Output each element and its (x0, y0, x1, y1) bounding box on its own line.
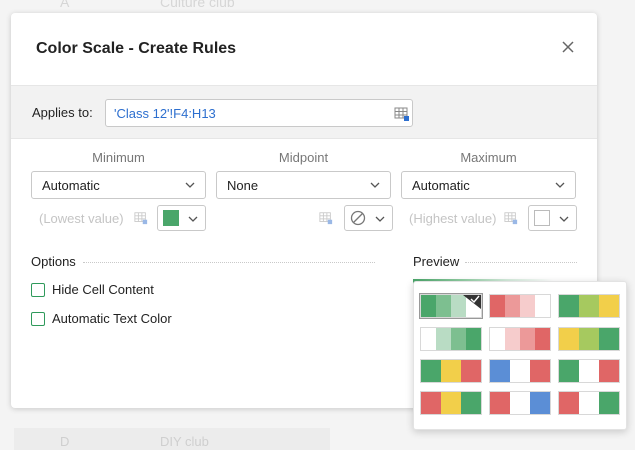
palette-option[interactable] (489, 391, 551, 415)
hide-cell-content-label: Hide Cell Content (52, 282, 154, 297)
palette-option[interactable] (558, 327, 620, 351)
maximum-type-select[interactable]: Automatic (401, 171, 576, 199)
applies-to-range-input[interactable]: 'Class 12'!F4:H13 (105, 99, 413, 127)
palette-option[interactable] (420, 359, 482, 383)
background-column-letter: A (60, 0, 70, 10)
background-row: D DIY club (14, 428, 330, 450)
chevron-down-icon (185, 182, 195, 188)
options-divider (83, 262, 375, 263)
palette-option[interactable] (558, 359, 620, 383)
minimum-value-placeholder: (Lowest value) (39, 211, 124, 226)
palette-option[interactable] (558, 294, 620, 318)
maximum-label: Maximum (460, 150, 517, 165)
maximum-value-placeholder: (Highest value) (409, 211, 497, 226)
range-select-icon[interactable] (319, 211, 333, 225)
minimum-color-button[interactable] (157, 205, 206, 231)
automatic-text-color-label: Automatic Text Color (52, 311, 172, 326)
midpoint-type-value: None (227, 178, 259, 193)
close-button[interactable] (559, 38, 577, 56)
maximum-type-value: Automatic (412, 178, 470, 193)
palette-option[interactable] (420, 327, 482, 351)
chevron-down-icon (188, 216, 198, 222)
minimum-type-value: Automatic (42, 178, 100, 193)
palette-option[interactable] (558, 391, 620, 415)
no-color-icon (350, 210, 366, 226)
background-cell-text: Culture club (160, 0, 235, 10)
chevron-down-icon (555, 182, 565, 188)
palette-option[interactable] (489, 327, 551, 351)
range-select-icon[interactable] (394, 106, 410, 122)
maximum-color-button[interactable] (528, 205, 577, 231)
palette-option[interactable] (489, 294, 551, 318)
midpoint-color-button[interactable] (344, 205, 393, 231)
background-cell-text: DIY club (160, 434, 209, 449)
midpoint-label: Midpoint (278, 150, 329, 165)
minimum-value-input[interactable]: (Lowest value) (31, 205, 151, 233)
applies-to-bar: Applies to: 'Class 12'!F4:H13 (11, 85, 597, 139)
options-label: Options (31, 254, 76, 269)
minimum-label: Minimum (92, 150, 145, 165)
palette-option[interactable] (419, 293, 483, 319)
applies-to-label: Applies to: (32, 105, 93, 120)
chevron-down-icon (370, 182, 380, 188)
selected-check-icon (463, 295, 481, 309)
maximum-color-swatch (534, 210, 550, 226)
dialog-title: Color Scale - Create Rules (36, 40, 237, 57)
minimum-color-swatch (163, 210, 179, 226)
chevron-down-icon (559, 216, 569, 222)
range-select-icon[interactable] (134, 211, 148, 225)
background-column-letter: D (60, 434, 70, 449)
checkbox-box[interactable] (31, 283, 45, 297)
range-select-icon[interactable] (504, 211, 518, 225)
automatic-text-color-checkbox[interactable]: Automatic Text Color (31, 310, 231, 330)
palette-option[interactable] (489, 359, 551, 383)
maximum-value-input[interactable]: (Highest value) (401, 205, 521, 233)
applies-to-range-value[interactable]: 'Class 12'!F4:H13 (114, 106, 216, 121)
palette-option[interactable] (420, 391, 482, 415)
preview-divider (465, 262, 577, 263)
midpoint-value-input[interactable] (216, 205, 336, 233)
color-scale-palette-popup (413, 281, 627, 430)
close-icon (562, 41, 574, 53)
minimum-type-select[interactable]: Automatic (31, 171, 206, 199)
preview-label: Preview (413, 254, 460, 269)
chevron-down-icon (375, 216, 385, 222)
hide-cell-content-checkbox[interactable]: Hide Cell Content (31, 281, 211, 301)
midpoint-type-select[interactable]: None (216, 171, 391, 199)
checkbox-box[interactable] (31, 312, 45, 326)
